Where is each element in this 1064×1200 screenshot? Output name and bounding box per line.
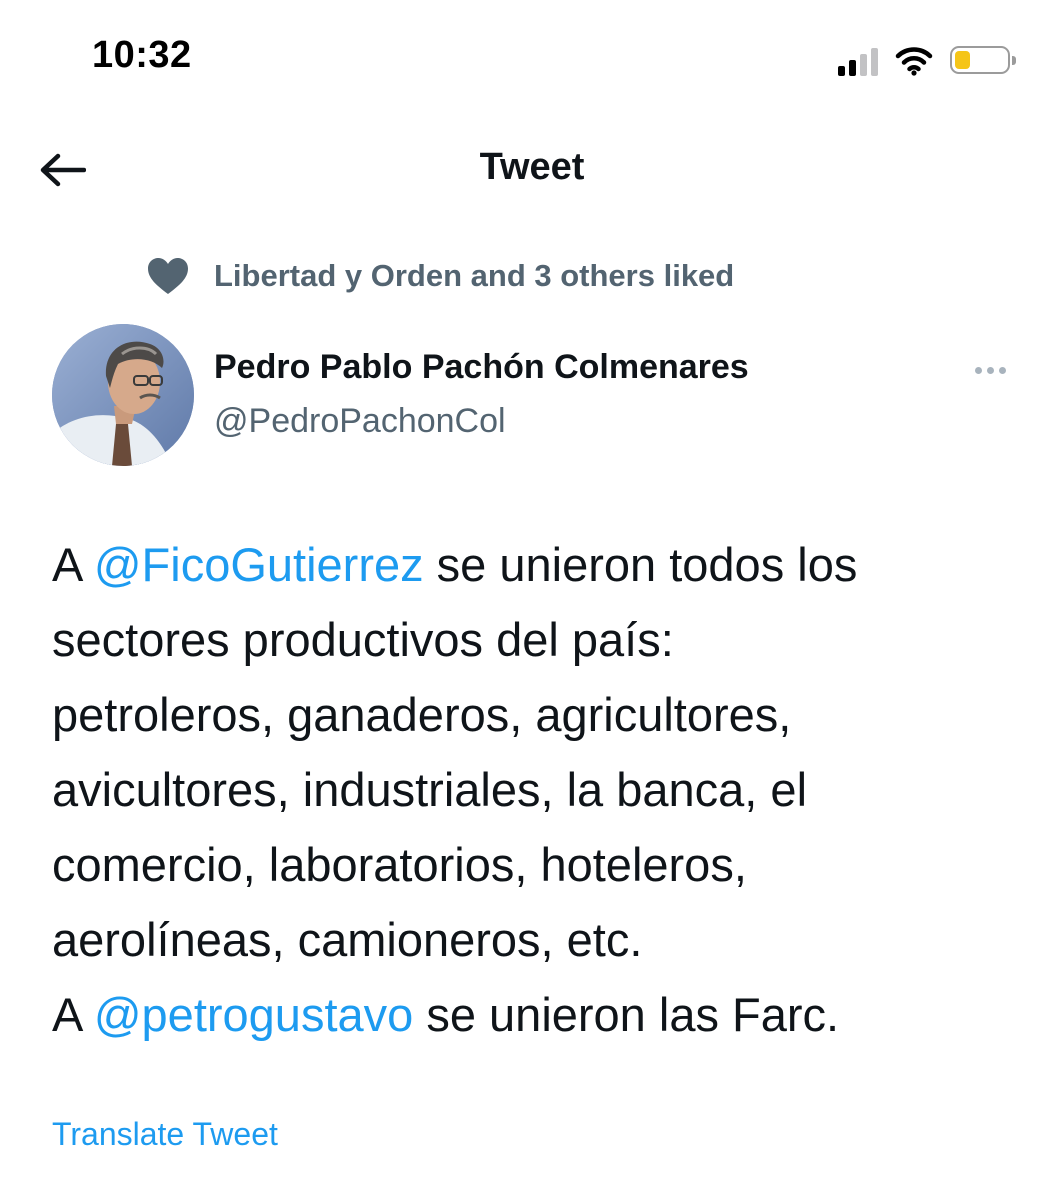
tweet-line: aerolíneas, camioneros, etc. (52, 913, 643, 966)
more-options-button[interactable] (970, 356, 1010, 384)
social-context-text: Libertad y Orden and 3 others liked (214, 258, 735, 293)
battery-level (955, 51, 970, 69)
battery-icon (950, 46, 1016, 74)
wifi-icon (895, 47, 933, 76)
translate-tweet-link[interactable]: Translate Tweet (52, 1116, 278, 1153)
tweet-line: A @FicoGutierrez se unieron todos los (52, 538, 858, 591)
tweet-line: A @petrogustavo se unieron las Farc. (52, 988, 840, 1041)
tweet-text: A @FicoGutierrez se unieron todos los se… (52, 527, 1042, 1052)
cellular-signal-icon (838, 46, 878, 76)
tweet-line: avicultores, industriales, la banca, el (52, 763, 808, 816)
more-horizontal-icon (974, 366, 982, 374)
mention-link[interactable]: @FicoGutierrez (94, 538, 424, 591)
avatar-photo (52, 324, 194, 466)
status-icons (838, 40, 1016, 76)
mention-link[interactable]: @petrogustavo (94, 988, 413, 1041)
tweet-line: sectores productivos del país: (52, 613, 674, 666)
heart-icon (148, 258, 188, 294)
tweet-line: petroleros, ganaderos, agricultores, (52, 688, 792, 741)
author-name[interactable]: Pedro Pablo Pachón Colmenares (214, 348, 749, 387)
author-handle[interactable]: @PedroPachonCol (214, 402, 506, 441)
social-context[interactable]: Libertad y Orden and 3 others liked (146, 256, 734, 296)
tweet-line: comercio, laboratorios, hoteleros, (52, 838, 747, 891)
status-time: 10:32 (92, 34, 192, 76)
avatar[interactable] (52, 324, 194, 466)
page-title: Tweet (479, 146, 585, 188)
